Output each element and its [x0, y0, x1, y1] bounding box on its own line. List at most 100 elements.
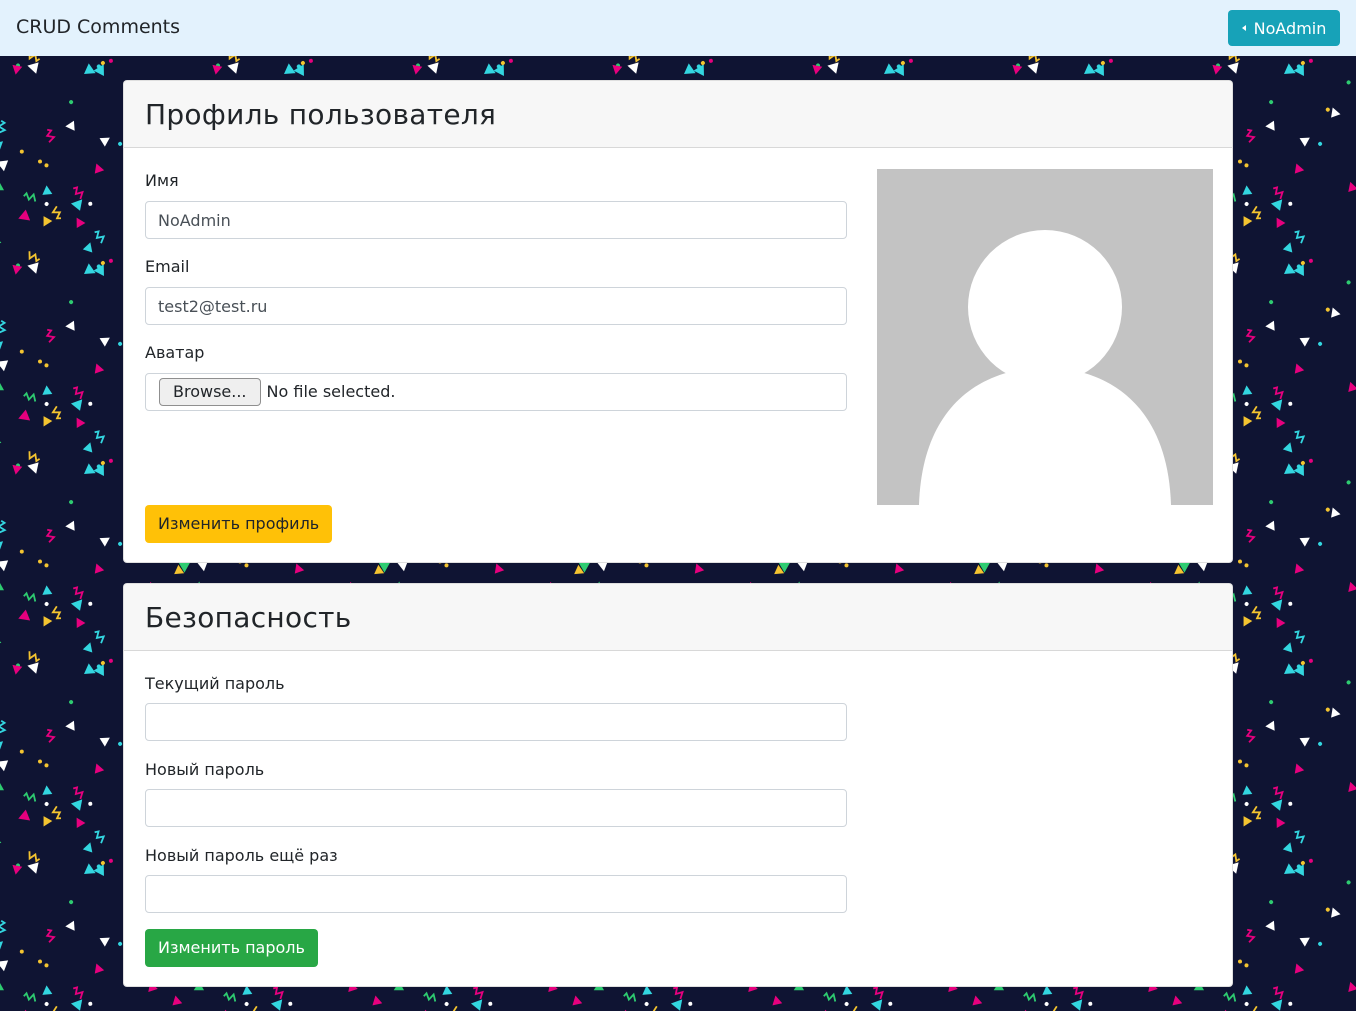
confetti-shape — [1299, 937, 1310, 947]
confetti-shape — [1284, 63, 1296, 74]
confetti-shape — [45, 728, 56, 743]
confetti-shape — [84, 663, 96, 674]
confetti-shape — [51, 805, 62, 820]
confetti-shape — [93, 664, 104, 676]
confetti-shape — [1244, 563, 1249, 568]
confetti-shape — [0, 233, 2, 245]
confetti-shape — [27, 262, 39, 274]
confetti-shape — [42, 185, 53, 195]
confetti-shape — [1294, 230, 1306, 244]
confetti-shape — [1294, 563, 1305, 574]
name-label: Имя — [145, 171, 179, 190]
confetti-shape — [70, 199, 83, 211]
confetti-shape — [1293, 864, 1304, 876]
confetti-shape — [1223, 991, 1237, 1002]
confetti-shape — [672, 986, 684, 1000]
new-password-label: Новый пароль — [145, 760, 265, 779]
confetti-shape — [12, 864, 23, 875]
confetti-shape — [0, 960, 9, 972]
confetti-shape — [1294, 830, 1306, 844]
confetti-shape — [1318, 141, 1323, 146]
confetti-shape — [1242, 785, 1253, 795]
confetti-shape — [1244, 363, 1249, 368]
confetti-shape — [1288, 201, 1293, 206]
name-input[interactable] — [145, 201, 847, 239]
confetti-shape — [38, 959, 42, 964]
confetti-shape — [42, 785, 53, 795]
browse-button[interactable]: Browse... — [159, 378, 261, 406]
confetti-shape — [51, 405, 62, 420]
confetti-shape — [972, 995, 983, 1006]
avatar-label: Аватар — [145, 343, 205, 362]
email-input[interactable] — [145, 287, 847, 325]
confetti-shape — [1269, 300, 1274, 305]
confetti-shape — [1012, 64, 1023, 75]
confetti-shape — [44, 1002, 49, 1006]
profile-card: Профиль пользователя Имя Email Аватар Br… — [123, 80, 1233, 563]
confetti-shape — [65, 520, 75, 531]
avatar-file-input[interactable]: Browse... No file selected. — [145, 373, 847, 411]
update-profile-button[interactable]: Изменить профиль — [145, 505, 333, 543]
confetti-shape — [1318, 341, 1323, 346]
confetti-shape — [0, 760, 9, 772]
confetti-shape — [294, 563, 305, 574]
confetti-shape — [284, 63, 296, 74]
update-password-button[interactable]: Изменить пароль — [145, 929, 318, 967]
confetti-shape — [308, 58, 313, 63]
confetti-shape — [1308, 58, 1313, 63]
confetti-shape — [44, 563, 49, 568]
confetti-shape — [1348, 181, 1356, 192]
confetti-shape — [627, 62, 639, 74]
confetti-shape — [18, 809, 31, 821]
confetti-shape — [94, 830, 106, 844]
confetti-shape — [288, 1001, 293, 1006]
confetti-shape — [94, 630, 106, 644]
confetti-shape — [1325, 107, 1330, 112]
confetti-shape — [1282, 642, 1293, 653]
confetti-shape — [84, 863, 96, 874]
confetti-shape — [93, 864, 104, 876]
confetti-shape — [270, 999, 283, 1011]
app-brand[interactable]: CRUD Comments — [16, 16, 180, 38]
confetti-shape — [670, 999, 683, 1011]
confetti-shape — [1288, 801, 1293, 806]
confetti-shape — [1284, 663, 1296, 674]
confetti-shape — [227, 62, 239, 74]
confetti-shape — [0, 141, 4, 153]
confetti-shape — [1272, 986, 1284, 1000]
confetti-shape — [28, 651, 41, 663]
confetti-shape — [428, 56, 441, 63]
confetti-shape — [1244, 802, 1249, 806]
current-password-input[interactable] — [145, 703, 847, 741]
confetti-shape — [1244, 202, 1249, 206]
confetti-shape — [99, 337, 110, 347]
confetti-shape — [1072, 986, 1084, 1000]
confetti-shape — [19, 749, 24, 754]
confetti-shape — [451, 1005, 462, 1011]
confetti-shape — [1027, 62, 1039, 74]
confetti-shape — [1084, 63, 1096, 74]
confetti-shape — [851, 1005, 862, 1011]
avatar-image — [877, 169, 1213, 505]
confetti-shape — [93, 464, 104, 476]
confetti-shape — [694, 563, 705, 574]
confetti-shape — [108, 458, 113, 463]
confetti-shape — [1282, 442, 1293, 453]
confetti-shape — [872, 986, 884, 1000]
confetti-shape — [69, 100, 74, 105]
top-navbar: CRUD Comments NoAdmin — [0, 0, 1356, 56]
confetti-shape — [444, 1002, 449, 1006]
confetti-shape — [100, 661, 105, 665]
confetti-shape — [1294, 630, 1306, 644]
confetti-shape — [293, 64, 304, 76]
confetti-shape — [42, 385, 53, 395]
confetti-shape — [0, 633, 2, 645]
confetti-shape — [100, 261, 105, 265]
repeat-password-input[interactable] — [145, 875, 847, 913]
confetti-shape — [1348, 781, 1356, 792]
confetti-shape — [0, 720, 7, 734]
new-password-input[interactable] — [145, 789, 847, 827]
user-menu-button[interactable]: NoAdmin — [1228, 10, 1340, 46]
confetti-shape — [1251, 1005, 1262, 1011]
confetti-shape — [1244, 163, 1249, 168]
